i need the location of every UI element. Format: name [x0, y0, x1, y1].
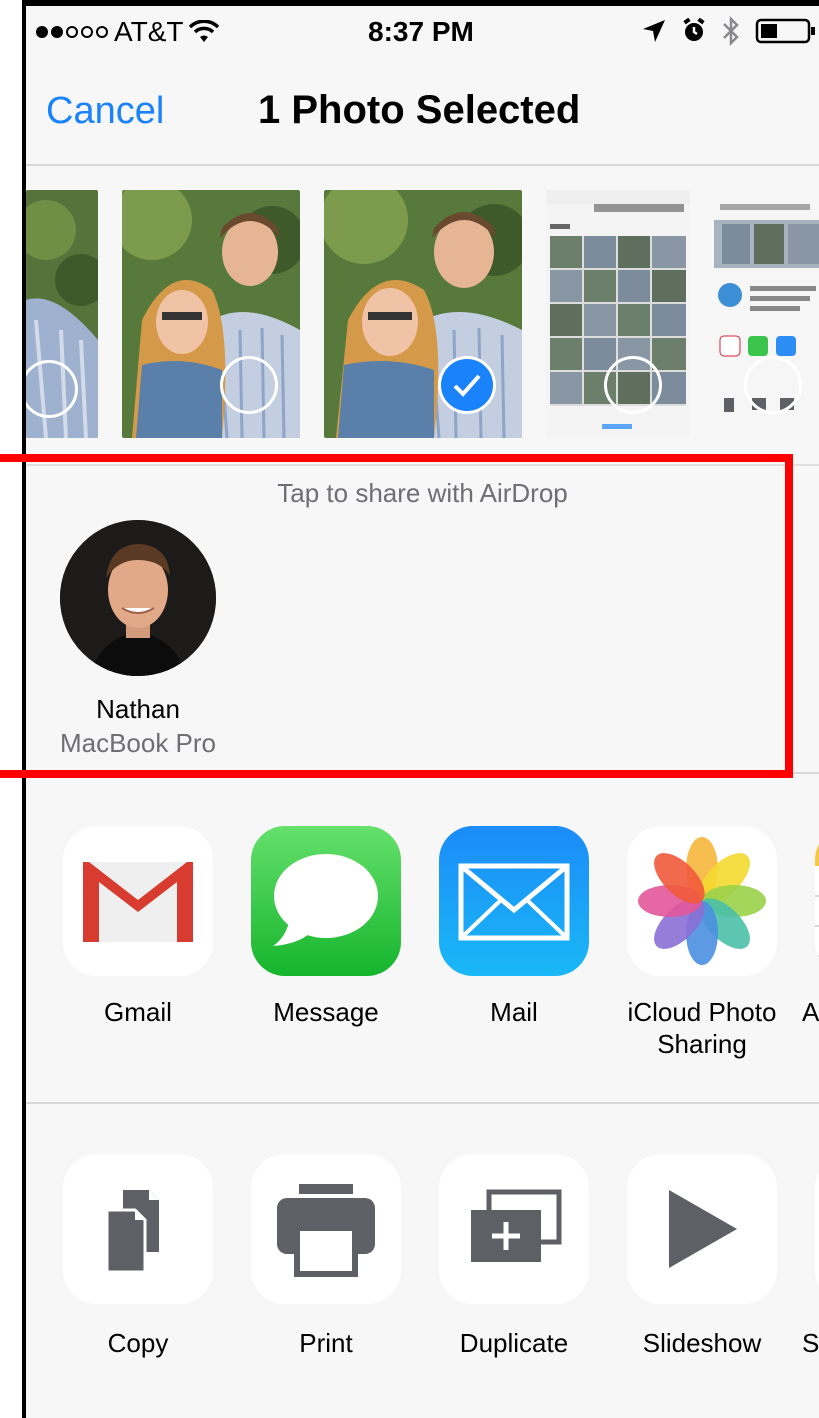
location-icon: [643, 20, 665, 42]
share-sheet-screen: AT&T 8:37 PM Cancel 1 Photo Selected Tap…: [26, 6, 819, 1418]
airdrop-hint: Tap to share with AirDrop: [277, 478, 568, 508]
select-circle[interactable]: [220, 356, 278, 414]
wifi-icon: [189, 20, 220, 42]
share-apps-row[interactable]: Gmail Message Mail iCloud Photo Sharing …: [26, 786, 819, 1104]
cancel-button[interactable]: Cancel: [46, 90, 164, 133]
checkmark-icon: [453, 374, 481, 397]
action-label: Print: [299, 1328, 353, 1358]
frame-left-border: [0, 0, 26, 1418]
status-bar: AT&T 8:37 PM: [26, 6, 819, 58]
selected-checkmark[interactable]: [438, 356, 496, 414]
action-slideshow[interactable]: Slideshow: [614, 1154, 790, 1359]
photo-thumbnail[interactable]: [714, 190, 819, 438]
carrier-group: AT&T: [36, 16, 220, 48]
status-time: 8:37 PM: [368, 16, 474, 47]
signal-dot: [51, 26, 63, 38]
action-label: Duplicate: [459, 1328, 569, 1358]
photo-thumbnail[interactable]: [546, 190, 690, 438]
signal-dot: [36, 26, 48, 38]
action-label: Copy: [107, 1328, 169, 1358]
gmail-icon[interactable]: [63, 826, 213, 976]
select-circle[interactable]: [744, 356, 802, 414]
more-action-icon[interactable]: [815, 1154, 819, 1304]
airdrop-person-name: Nathan: [96, 694, 180, 724]
actions-row[interactable]: Copy Print Duplicate Slideshow S: [26, 1106, 819, 1418]
share-app-label: Gmail: [104, 997, 172, 1027]
share-app-label: Message: [273, 997, 379, 1027]
mail-icon[interactable]: [439, 826, 589, 976]
photo-thumbnail[interactable]: [122, 190, 300, 438]
alarm-icon: [683, 18, 705, 41]
bluetooth-icon: [723, 16, 739, 46]
message-icon[interactable]: [251, 826, 401, 976]
photo-thumbnail[interactable]: [324, 190, 522, 438]
copy-icon[interactable]: [63, 1154, 213, 1304]
airdrop-section: Tap to share with AirDrop Nathan MacBook…: [26, 464, 819, 774]
notes-icon[interactable]: [815, 826, 819, 976]
battery-icon: [755, 18, 815, 44]
icloud-photos-icon[interactable]: [627, 826, 777, 976]
signal-dot: [81, 26, 93, 38]
carrier-name: AT&T: [114, 16, 184, 47]
share-app-gmail[interactable]: Gmail: [50, 826, 226, 1028]
share-app-label: iCloud Photo Sharing: [627, 997, 777, 1059]
share-app-label: A: [802, 997, 819, 1027]
share-app-icloud-photo-sharing[interactable]: iCloud Photo Sharing: [614, 826, 790, 1060]
select-circle[interactable]: [604, 356, 662, 414]
signal-strength-icon: [36, 26, 108, 38]
share-app-message[interactable]: Message: [238, 826, 414, 1028]
action-print[interactable]: Print: [238, 1154, 414, 1359]
signal-dot: [66, 26, 78, 38]
action-label: Slideshow: [642, 1328, 762, 1358]
action-duplicate[interactable]: Duplicate: [426, 1154, 602, 1359]
avatar[interactable]: [60, 520, 216, 676]
action-label: S: [802, 1328, 819, 1358]
photo-thumbnail[interactable]: [26, 190, 98, 438]
status-right-icons: [641, 16, 819, 46]
print-icon[interactable]: [251, 1154, 401, 1304]
share-app-label: Mail: [490, 997, 538, 1027]
navigation-bar: Cancel 1 Photo Selected: [26, 58, 819, 166]
airdrop-person-device: MacBook Pro: [59, 728, 217, 758]
avatar-image: [60, 520, 216, 676]
page-title: 1 Photo Selected: [258, 88, 581, 132]
photo-strip[interactable]: [26, 190, 819, 438]
signal-dot: [96, 26, 108, 38]
slideshow-icon[interactable]: [627, 1154, 777, 1304]
action-partial[interactable]: S: [802, 1154, 819, 1359]
share-app-mail[interactable]: Mail: [426, 826, 602, 1028]
share-app-partial[interactable]: A: [802, 826, 819, 1028]
duplicate-icon[interactable]: [439, 1154, 589, 1304]
action-copy[interactable]: Copy: [50, 1154, 226, 1359]
